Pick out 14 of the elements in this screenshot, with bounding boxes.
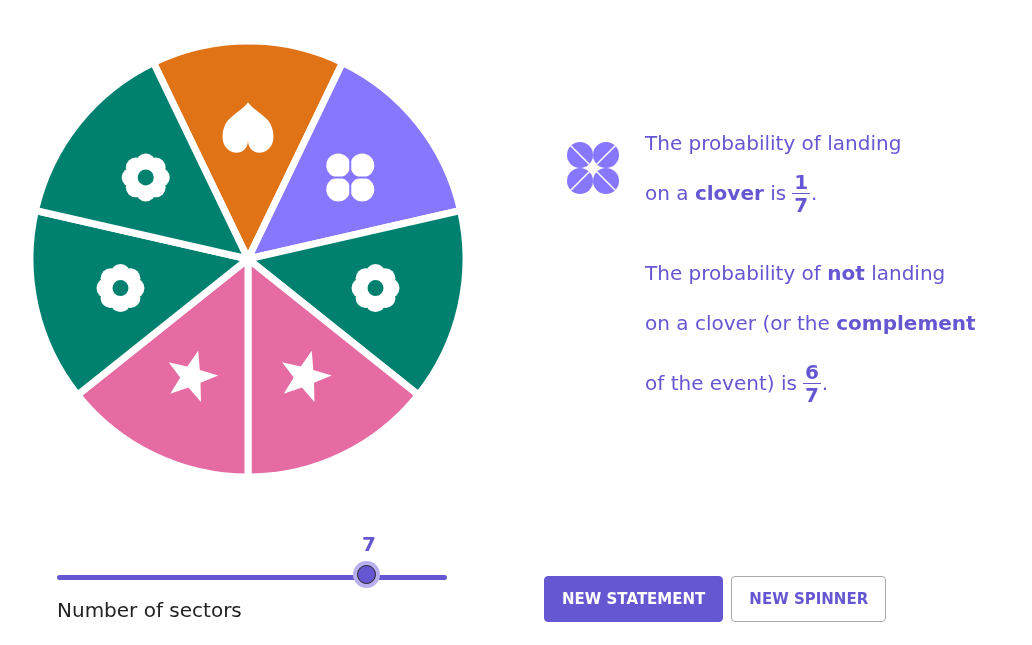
slider-track[interactable] — [57, 575, 447, 580]
statement-text: of the event) is — [645, 371, 797, 395]
period: . — [821, 371, 829, 395]
fraction: 1 7 — [792, 170, 811, 216]
period: . — [811, 181, 818, 205]
slider-value: 7 — [362, 532, 376, 556]
fraction: 6 7 — [802, 360, 821, 406]
statement-text: on a clover (or the complement — [645, 311, 976, 335]
statement-text: The probability of landing — [645, 131, 902, 155]
statement-text: The probability of not landing — [645, 261, 946, 285]
slider-label: Number of sectors — [57, 598, 243, 622]
new-spinner-button[interactable]: NEW SPINNER — [731, 576, 887, 622]
statement-text: on a clover is — [645, 181, 787, 205]
new-statement-button[interactable]: NEW STATEMENT — [544, 576, 724, 622]
